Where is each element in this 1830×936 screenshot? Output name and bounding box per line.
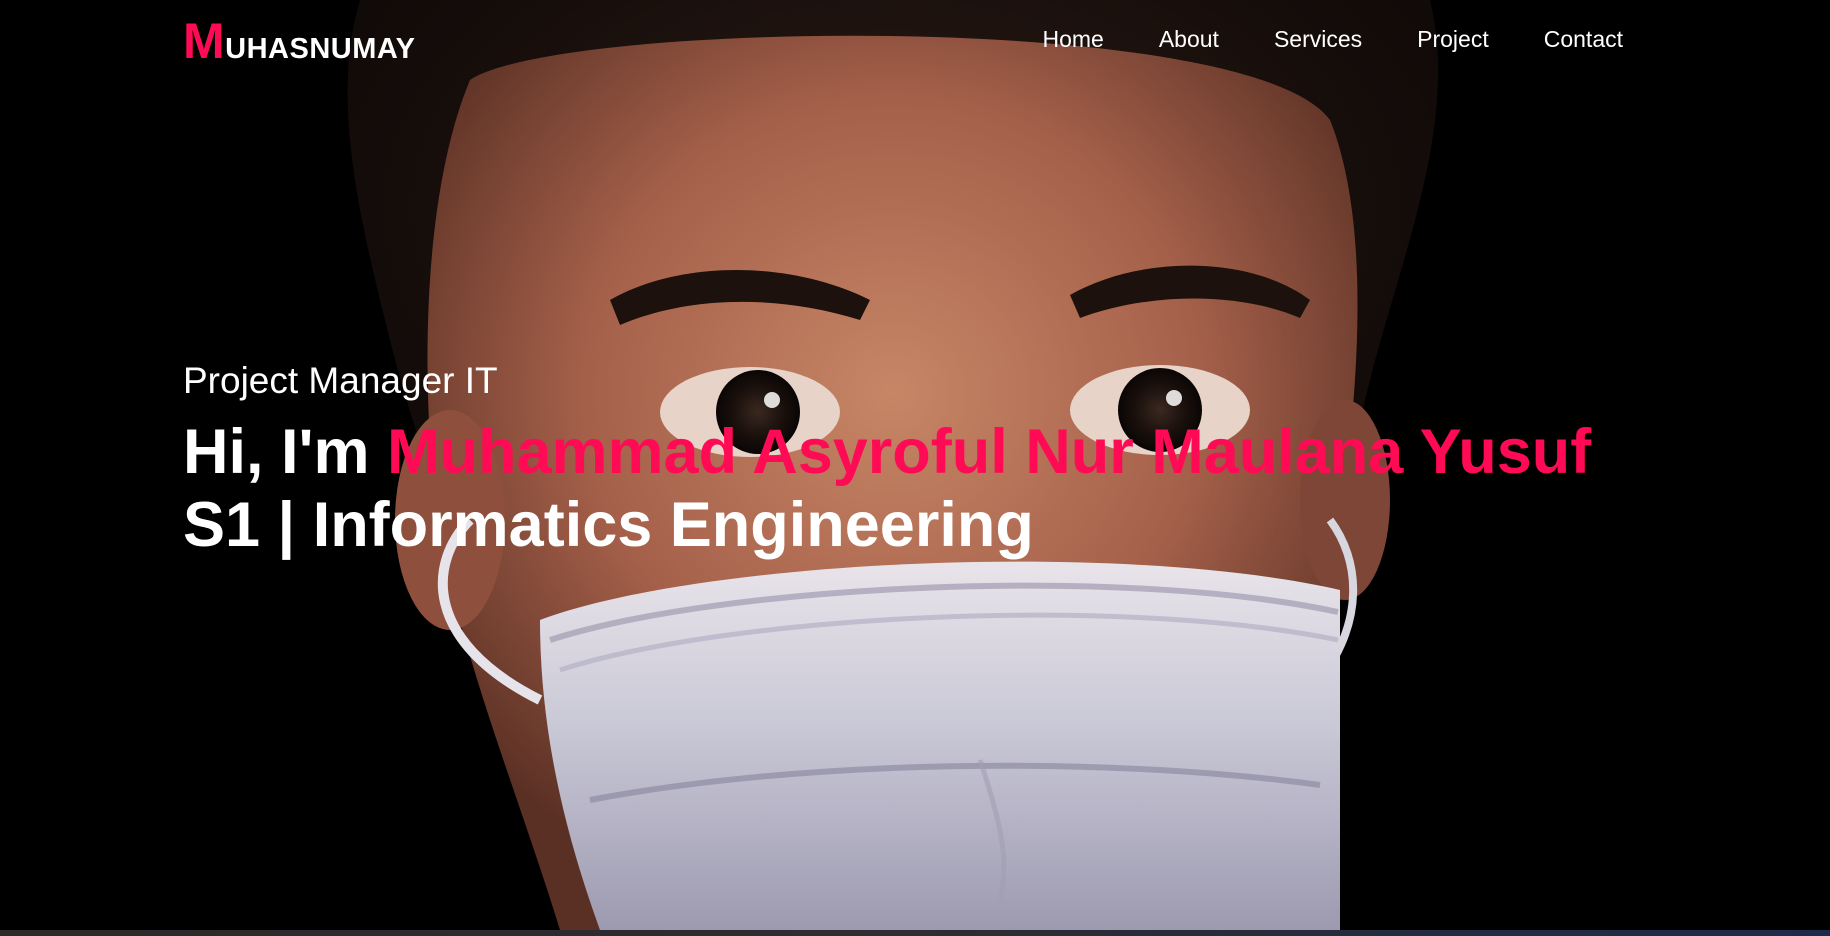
nav-links: Home About Services Project Contact xyxy=(987,26,1623,53)
nav-link-contact[interactable]: Contact xyxy=(1544,26,1623,53)
bottom-strip xyxy=(0,930,1830,936)
nav-link-services[interactable]: Services xyxy=(1274,26,1362,53)
brand-logo-rest: UHASNUMAY xyxy=(225,33,416,65)
hero-name: Muhammad Asyroful Nur Maulana Yusuf xyxy=(387,417,1592,487)
hero-title: Hi, I'm Muhammad Asyroful Nur Maulana Yu… xyxy=(183,416,1591,562)
brand-logo[interactable]: MUHASNUMAY xyxy=(183,16,416,66)
nav-link-about[interactable]: About xyxy=(1159,26,1219,53)
hero-subtitle: Project Manager IT xyxy=(183,360,498,401)
hero-greeting: Hi, I'm xyxy=(183,417,388,487)
hero-section: Project Manager IT Hi, I'm Muhammad Asyr… xyxy=(183,360,1591,562)
brand-logo-initial: M xyxy=(183,13,226,69)
nav-link-home[interactable]: Home xyxy=(1042,26,1103,53)
nav-link-project[interactable]: Project xyxy=(1417,26,1489,53)
navbar: MUHASNUMAY Home About Services Project C… xyxy=(0,0,1830,90)
hero-degree: S1 | Informatics Engineering xyxy=(183,490,1034,560)
page: MUHASNUMAY Home About Services Project C… xyxy=(0,0,1830,936)
